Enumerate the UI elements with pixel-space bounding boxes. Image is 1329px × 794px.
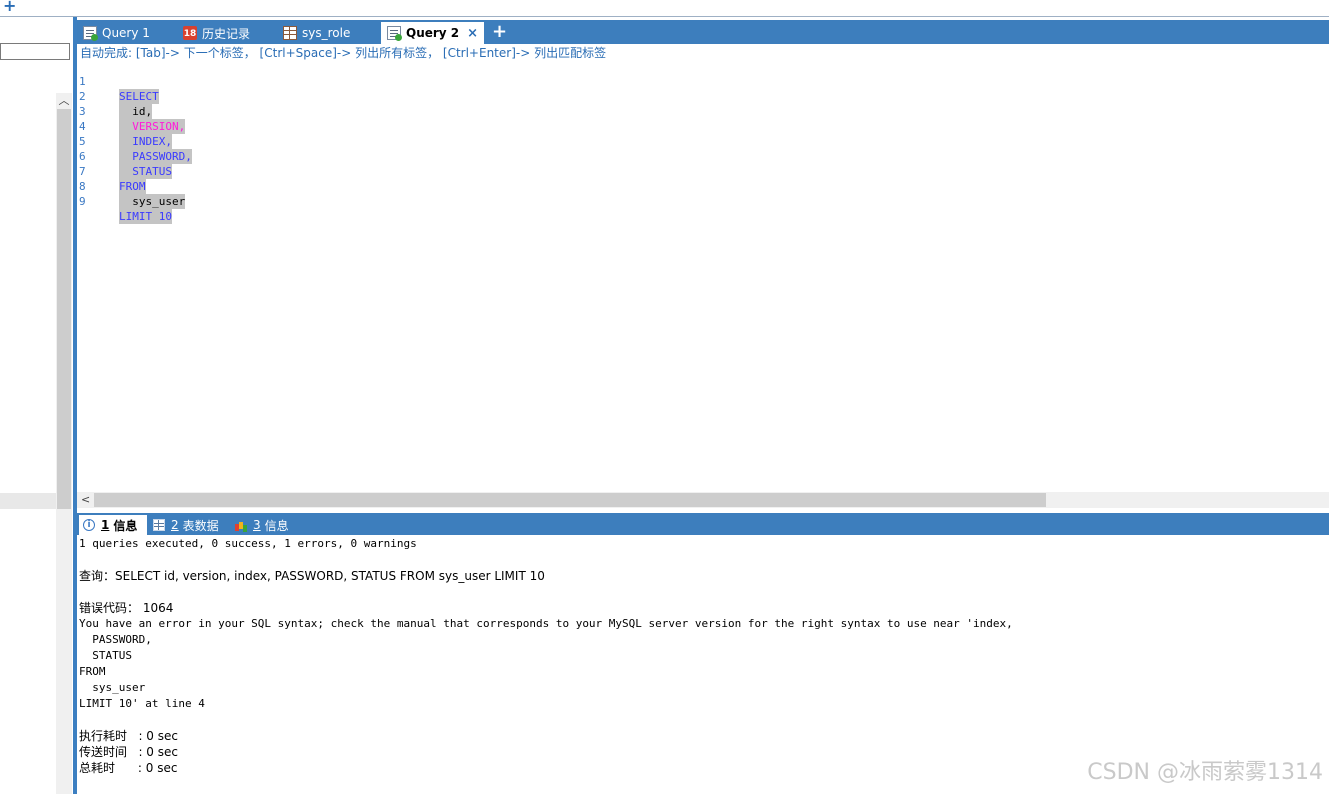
tab-label: sys_role — [302, 26, 351, 40]
code-line: 6 STATUS — [77, 134, 172, 179]
tab-number: 3 — [253, 518, 261, 532]
tab-number: 2 — [171, 518, 179, 532]
error-line: FROM — [79, 665, 106, 678]
editor-hscrollbar[interactable]: < — [77, 492, 1329, 508]
code-text: STATUS — [119, 164, 172, 179]
error-line: You have an error in your SQL syntax; ch… — [79, 617, 1013, 630]
code-text: sys_user — [119, 194, 186, 209]
tab-history[interactable]: 18 历史记录 — [183, 22, 250, 44]
error-line: LIMIT 10' at line 4 — [79, 697, 205, 710]
error-line: PASSWORD, — [79, 633, 152, 646]
tab-label: 表数据 — [182, 518, 219, 533]
top-toolbar: + — [0, 0, 1329, 17]
tab-label: 信息 — [113, 518, 138, 533]
tab-label: Query 2 — [406, 26, 460, 40]
scroll-thumb[interactable] — [57, 109, 71, 509]
error-code-text: 错误代码： 1064 — [79, 601, 174, 615]
object-filter-input[interactable] — [0, 43, 70, 60]
tab-label: 历史记录 — [202, 26, 251, 41]
tab-table-data[interactable]: 2 表数据 — [153, 515, 219, 535]
tab-number: 1 — [101, 518, 110, 532]
code-text: FROM — [119, 179, 146, 194]
code-line: 3 VERSION, — [77, 89, 186, 134]
tab-query-1[interactable]: Query 1 — [83, 22, 150, 44]
exec-time-text: 执行耗时 : 0 sec — [79, 729, 178, 743]
scroll-thumb[interactable] — [94, 493, 1046, 507]
code-line: 8 sys_user — [77, 164, 186, 209]
line-number: 9 — [79, 195, 86, 208]
scroll-left-icon[interactable]: < — [81, 492, 90, 508]
result-tab-bar: i 1 信息 2 表数据 3 信息 — [77, 513, 1329, 535]
query-icon — [83, 26, 98, 41]
add-tab-icon[interactable]: + — [492, 20, 507, 44]
grid-icon — [153, 519, 165, 531]
history-icon: 18 — [183, 26, 197, 40]
query-icon — [387, 26, 402, 41]
code-line: 4 INDEX, — [77, 104, 172, 149]
tab-messages[interactable]: i 1 信息 — [79, 515, 147, 535]
tab-label: 信息 — [264, 518, 289, 533]
code-line: 5 PASSWORD, — [77, 119, 192, 164]
object-browser-hscrollbar[interactable] — [0, 493, 56, 509]
code-line: 7 FROM — [77, 149, 146, 194]
add-connection-icon[interactable]: + — [3, 0, 16, 15]
close-tab-icon[interactable]: × — [467, 26, 478, 41]
code-text: VERSION, — [119, 119, 186, 134]
autocomplete-hint: 自动完成: [Tab]-> 下一个标签， [Ctrl+Space]-> 列出所有… — [80, 46, 607, 60]
code-line: 1 SELECT — [77, 59, 159, 104]
watermark: CSDN @冰雨萦雾1314 — [1087, 760, 1323, 785]
tab-sys-role[interactable]: sys_role — [283, 22, 350, 44]
code-text: LIMIT 10 — [119, 209, 172, 224]
query-tab-bar: Query 1 18 历史记录 sys_role Query 2 × + — [77, 20, 1329, 44]
tab-query-2[interactable]: Query 2 × — [381, 22, 484, 44]
summary-text: 1 queries executed, 0 success, 1 errors,… — [79, 537, 417, 550]
sql-editor[interactable]: 自动完成: [Tab]-> 下一个标签， [Ctrl+Space]-> 列出所有… — [77, 44, 1329, 492]
info-icon: i — [83, 519, 95, 531]
scroll-up-icon[interactable]: ︿ — [56, 93, 72, 109]
code-text: INDEX, — [119, 134, 172, 149]
code-line: 2 id, — [77, 74, 153, 119]
tab-info[interactable]: 3 信息 — [235, 515, 289, 535]
code-text: id, — [119, 104, 153, 119]
object-browser-vscrollbar[interactable]: ︿ — [56, 93, 72, 794]
error-line: sys_user — [79, 681, 146, 694]
tab-label: Query 1 — [102, 26, 150, 40]
table-icon — [283, 26, 297, 40]
total-time-text: 总耗时 : 0 sec — [79, 761, 178, 775]
query-text: 查询：SELECT id, version, index, PASSWORD, … — [79, 569, 545, 583]
error-line: STATUS — [79, 649, 132, 662]
chart-icon — [235, 519, 247, 531]
transfer-time-text: 传送时间 : 0 sec — [79, 745, 178, 759]
object-browser-panel: ︿ — [0, 17, 74, 794]
code-text: SELECT — [119, 89, 159, 104]
code-text: PASSWORD, — [119, 149, 192, 164]
code-line: 9 LIMIT 10 — [77, 179, 172, 224]
